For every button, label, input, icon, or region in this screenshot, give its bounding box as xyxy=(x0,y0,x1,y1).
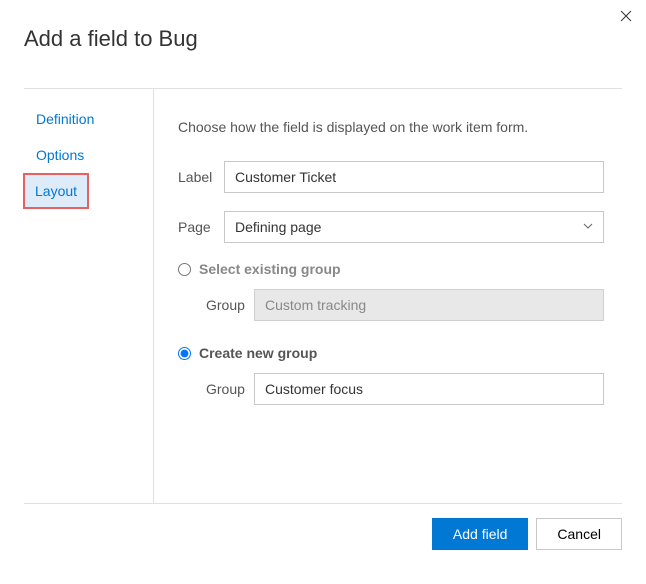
group-mode-radios: Select existing group Group Create new g… xyxy=(178,261,604,405)
dialog-title: Add a field to Bug xyxy=(24,26,622,52)
new-group-input[interactable] xyxy=(254,373,604,405)
add-field-dialog: Add a field to Bug Definition Options La… xyxy=(0,0,646,584)
radio-existing-row: Select existing group xyxy=(178,261,604,277)
tab-options[interactable]: Options xyxy=(24,137,153,173)
dialog-body: Definition Options Layout Choose how the… xyxy=(24,89,622,503)
label-field-label: Label xyxy=(178,169,224,185)
radio-new[interactable] xyxy=(178,347,191,360)
label-input[interactable] xyxy=(224,161,604,193)
cancel-button[interactable]: Cancel xyxy=(536,518,622,550)
tabs-sidebar: Definition Options Layout xyxy=(24,89,154,503)
page-row: Page xyxy=(178,211,604,243)
tab-definition[interactable]: Definition xyxy=(24,101,153,137)
radio-existing-label: Select existing group xyxy=(199,261,341,277)
close-button[interactable] xyxy=(620,10,632,26)
new-group-label: Group xyxy=(206,381,254,397)
new-group-row: Group xyxy=(206,373,604,405)
existing-group-row: Group xyxy=(206,289,604,321)
page-select[interactable] xyxy=(224,211,604,243)
radio-existing[interactable] xyxy=(178,263,191,276)
panel-intro: Choose how the field is displayed on the… xyxy=(178,119,604,135)
tab-layout[interactable]: Layout xyxy=(25,175,87,207)
existing-group-input xyxy=(254,289,604,321)
layout-panel: Choose how the field is displayed on the… xyxy=(154,89,622,503)
page-field-label: Page xyxy=(178,219,224,235)
dialog-footer: Add field Cancel xyxy=(24,503,622,564)
radio-new-label: Create new group xyxy=(199,345,317,361)
label-row: Label xyxy=(178,161,604,193)
radio-new-row: Create new group xyxy=(178,345,604,361)
close-icon xyxy=(620,9,632,26)
add-field-button[interactable]: Add field xyxy=(432,518,528,550)
page-select-value[interactable] xyxy=(224,211,604,243)
existing-group-label: Group xyxy=(206,297,254,313)
tab-layout-highlight: Layout xyxy=(23,173,89,209)
